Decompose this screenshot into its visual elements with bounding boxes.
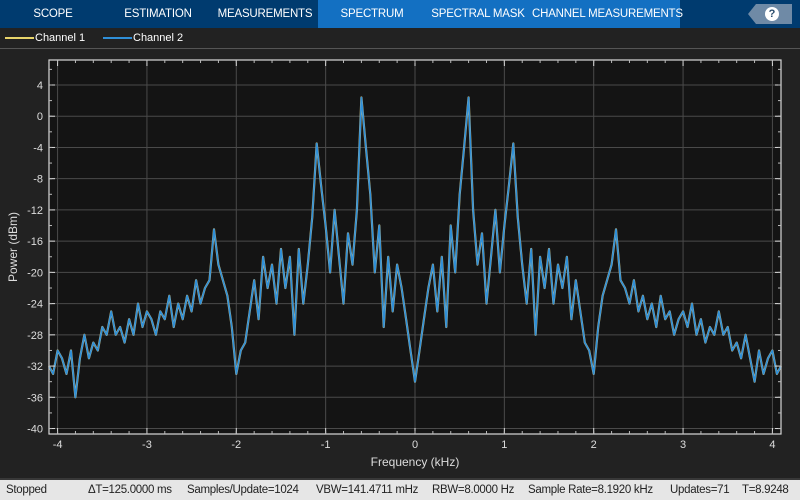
y-tick-label: -32: [27, 361, 43, 373]
x-tick-label: -4: [53, 439, 63, 451]
channel-2-swatch: [103, 37, 132, 39]
status-rbw: RBW=8.0000 Hz: [432, 484, 515, 496]
tab-measurements[interactable]: MEASUREMENTS: [215, 0, 315, 28]
y-tick-label: -28: [27, 330, 43, 342]
x-tick-label: 0: [412, 439, 418, 451]
legend-item-channel-1[interactable]: Channel 1: [5, 31, 85, 45]
legend-label: Channel 2: [133, 32, 184, 44]
help-button[interactable]: ?: [748, 4, 792, 24]
x-tick-label: -3: [142, 439, 152, 451]
tab-spectrum[interactable]: SPECTRUM: [330, 0, 414, 28]
legend-item-channel-2[interactable]: Channel 2: [103, 31, 183, 45]
tab-estimation[interactable]: ESTIMATION: [118, 0, 198, 28]
x-tick-label: 3: [680, 439, 686, 451]
status-delta-t: ΔT=125.0000 ms: [88, 484, 172, 496]
x-axis-label: Frequency (kHz): [371, 455, 460, 469]
y-tick-label: -16: [27, 236, 43, 248]
y-tick-label: -4: [33, 142, 43, 154]
y-axis-label: Power (dBm): [6, 212, 20, 282]
tab-channel-measurements[interactable]: CHANNEL MEASUREMENTS: [532, 0, 683, 28]
y-tick-label: -12: [27, 205, 43, 217]
y-tick-label: -20: [27, 267, 43, 279]
status-bar: Stopped ΔT=125.0000 ms Samples/Update=10…: [0, 478, 800, 500]
channel-1-swatch: [5, 37, 34, 39]
x-tick-label: 1: [501, 439, 507, 451]
y-tick-label: -8: [33, 174, 43, 186]
y-tick-label: -40: [27, 424, 43, 436]
help-icon: ?: [765, 7, 779, 21]
x-tick-label: -2: [231, 439, 241, 451]
y-tick-label: -36: [27, 392, 43, 404]
status-samples-per-update: Samples/Update=1024: [187, 484, 299, 496]
status-state: Stopped: [6, 484, 47, 496]
x-tick-label: 2: [591, 439, 597, 451]
status-sample-rate: Sample Rate=8.1920 kHz: [528, 484, 653, 496]
y-tick-label: -24: [27, 299, 43, 311]
status-vbw: VBW=141.4711 mHz: [316, 484, 419, 496]
spectrum-plot: -4 -3 -2 -1 0 1 2 3 4 4 0 -4 -8 -12 -16 -20 -24 -28 -32 -36…: [6, 59, 782, 469]
legend: Channel 1 Channel 2: [0, 28, 800, 48]
status-updates: Updates=71: [670, 484, 730, 496]
x-tick-label: -1: [321, 439, 331, 451]
status-time: T=8.9248: [742, 484, 789, 496]
y-tick-label: 4: [37, 80, 43, 92]
tab-spectral-mask[interactable]: SPECTRAL MASK: [428, 0, 528, 28]
y-tick-label: 0: [37, 111, 43, 123]
legend-label: Channel 1: [35, 32, 86, 44]
x-tick-label: 4: [769, 439, 775, 451]
tab-scope[interactable]: SCOPE: [20, 0, 86, 28]
toolstrip: SCOPE ESTIMATION MEASUREMENTS SPECTRUM S…: [0, 0, 800, 28]
